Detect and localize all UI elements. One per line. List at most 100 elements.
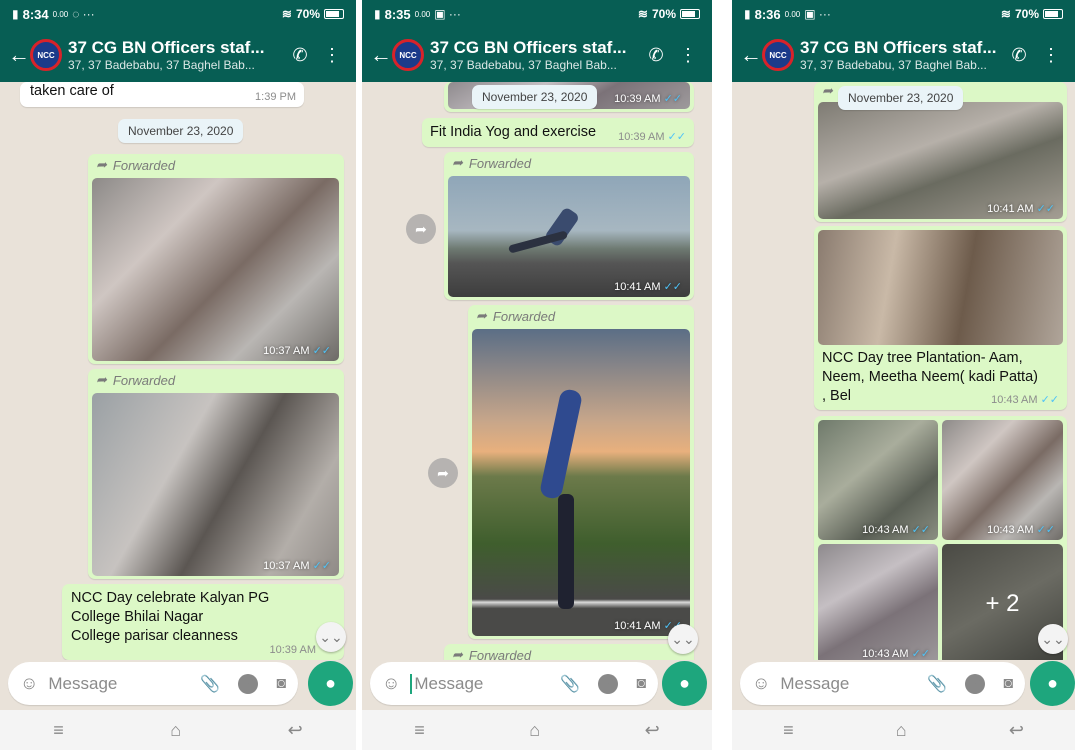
payment-icon[interactable]: ₹ — [598, 673, 619, 694]
chat-screen-2: ▮ 8:35 0.00 ▣ ··· ≋ 70% ← NCC 37 CG BN Offic… — [362, 0, 712, 750]
mic-button[interactable]: ● — [308, 661, 353, 706]
message-input[interactable]: Message — [410, 673, 542, 694]
forwarded-image-message[interactable]: ➦ Forwarded 10:41 AM ✓✓ — [444, 152, 694, 300]
status-bar: ▮ 8:35 0.00 ▣ ··· ≋ 70% — [362, 0, 712, 28]
add-call-icon[interactable]: ✆ — [284, 45, 316, 66]
menu-nav-icon[interactable]: ≡ — [414, 720, 425, 741]
scroll-down-button[interactable]: ⌄⌄ — [668, 624, 698, 654]
message-list[interactable]: ➦ 10:41 AM ✓✓ November 23, 2020 NCC Day t… — [732, 82, 1075, 660]
back-nav-icon[interactable]: ↩ — [645, 720, 660, 741]
chat-header[interactable]: ← NCC 37 CG BN Officers staf... 37, 37 B… — [0, 28, 356, 82]
forwarded-image-message[interactable]: ➦ Forwarded 10:37 AM ✓✓ — [88, 154, 344, 364]
scroll-down-button[interactable]: ⌄⌄ — [316, 622, 346, 652]
album-photo[interactable]: 10:43 AM ✓✓ — [818, 544, 938, 660]
forwarded-image-message[interactable]: ➦ Forwarded — [444, 644, 694, 660]
forwarded-image-message[interactable]: ➦ Forwarded 10:37 AM ✓✓ — [88, 369, 344, 579]
wifi-icon: ≋ — [637, 7, 648, 21]
attach-icon[interactable]: 📎 — [560, 674, 580, 694]
outgoing-image-caption-message[interactable]: NCC Day tree Plantation- Aam, Neem, Meet… — [814, 226, 1067, 410]
message-list[interactable]: taken care of 1:39 PM November 23, 2020 … — [0, 82, 356, 660]
forward-arrow-icon: ➦ — [452, 155, 463, 170]
home-nav-icon[interactable]: ⌂ — [170, 720, 181, 741]
chat-title: 37 CG BN Officers staf... — [430, 38, 627, 57]
forward-arrow-icon: ➦ — [822, 83, 833, 98]
menu-nav-icon[interactable]: ≡ — [783, 720, 794, 741]
forwarded-image-message[interactable]: ➦ Forwarded 10:41 AM ✓✓ — [468, 305, 694, 639]
incoming-message[interactable]: taken care of 1:39 PM — [20, 82, 304, 107]
camera-icon[interactable]: ◙ — [636, 675, 646, 693]
battery-icon — [1043, 9, 1063, 19]
mic-icon: ● — [325, 673, 336, 693]
outgoing-message[interactable]: Fit India Yog and exercise 10:39 AM ✓✓ — [422, 118, 694, 147]
yoga-sunset-photo[interactable]: 10:41 AM ✓✓ — [472, 329, 690, 636]
chat-title: 37 CG BN Officers staf... — [68, 38, 265, 57]
camera-icon[interactable]: ◙ — [276, 675, 286, 693]
add-call-icon[interactable]: ✆ — [640, 45, 672, 66]
share-button[interactable]: ➦ — [406, 214, 436, 244]
blurred-photo[interactable]: 10:41 AM ✓✓ — [818, 102, 1063, 219]
message-input[interactable]: Message — [48, 674, 182, 694]
read-ticks-icon: ✓✓ — [312, 560, 331, 572]
blurred-photo[interactable]: 10:37 AM ✓✓ — [92, 393, 339, 576]
back-arrow-icon[interactable]: ← — [370, 42, 392, 68]
image-album-message[interactable]: 10:43 AM ✓✓ 10:43 AM ✓✓ 10:43 AM ✓✓ + 2 — [814, 416, 1067, 660]
share-button[interactable]: ➦ — [428, 458, 458, 488]
attach-icon[interactable]: 📎 — [200, 674, 220, 694]
mic-button[interactable]: ● — [662, 661, 707, 706]
add-call-icon[interactable]: ✆ — [1003, 45, 1035, 66]
group-avatar[interactable]: NCC — [392, 39, 424, 71]
read-ticks-icon: ✓✓ — [911, 648, 930, 660]
camera-icon[interactable]: ◙ — [1003, 675, 1013, 693]
blurred-photo[interactable] — [818, 230, 1063, 345]
back-arrow-icon[interactable]: ← — [8, 42, 30, 68]
album-photo[interactable]: 10:43 AM ✓✓ — [818, 420, 938, 540]
signal-icon: ▮ — [12, 7, 19, 21]
chat-header[interactable]: ← NCC 37 CG BN Officers staf... 37, 37 B… — [362, 28, 712, 82]
back-arrow-icon[interactable]: ← — [740, 42, 762, 68]
status-bar: ▮ 8:36 0.00 ▣ ··· ≋ 70% — [732, 0, 1075, 28]
mic-button[interactable]: ● — [1030, 661, 1075, 706]
emoji-icon[interactable]: ☺ — [20, 673, 38, 694]
forward-arrow-icon: ➦ — [96, 372, 107, 387]
share-arrow-icon: ➦ — [437, 464, 449, 481]
payment-icon[interactable]: ₹ — [965, 673, 986, 694]
more-options-icon[interactable]: ⋮ — [316, 45, 348, 66]
chat-title-block[interactable]: 37 CG BN Officers staf... 37, 37 Badebab… — [68, 38, 284, 72]
emoji-icon[interactable]: ☺ — [382, 673, 400, 694]
payment-icon[interactable]: ₹ — [238, 673, 259, 694]
menu-nav-icon[interactable]: ≡ — [53, 720, 64, 741]
blurred-photo[interactable]: 10:37 AM ✓✓ — [92, 178, 339, 361]
mic-icon: ● — [1047, 673, 1058, 693]
read-ticks-icon: ✓✓ — [312, 345, 331, 357]
read-ticks-icon: ✓✓ — [663, 93, 682, 105]
message-input[interactable]: Message — [780, 674, 909, 694]
more-options-icon[interactable]: ⋮ — [1035, 45, 1067, 66]
message-input-bar[interactable]: ☺ Message 📎 ₹ ◙ — [740, 662, 1025, 705]
outgoing-message[interactable]: NCC Day celebrate Kalyan PG College Bhil… — [62, 584, 344, 660]
home-nav-icon[interactable]: ⌂ — [529, 720, 540, 741]
back-nav-icon[interactable]: ↩ — [1009, 720, 1024, 741]
album-photo[interactable]: 10:43 AM ✓✓ — [942, 420, 1063, 540]
read-ticks-icon: ✓✓ — [1040, 394, 1059, 406]
chat-members: 37, 37 Badebabu, 37 Baghel Bab... — [800, 58, 987, 72]
chat-header[interactable]: ← NCC 37 CG BN Officers staf... 37, 37 B… — [732, 28, 1075, 82]
attach-icon[interactable]: 📎 — [927, 674, 947, 694]
yoga-photo[interactable]: 10:41 AM ✓✓ — [448, 176, 690, 297]
home-nav-icon[interactable]: ⌂ — [896, 720, 907, 741]
signal-icon: ▮ — [744, 7, 751, 21]
date-divider: November 23, 2020 — [118, 119, 244, 143]
back-nav-icon[interactable]: ↩ — [288, 720, 303, 741]
group-avatar[interactable]: NCC — [30, 39, 62, 71]
emoji-icon[interactable]: ☺ — [752, 673, 770, 694]
scroll-down-button[interactable]: ⌄⌄ — [1038, 624, 1068, 654]
chat-screen-1: ▮ 8:34 0.00 ◌ ··· ≋ 70% ← NCC 37 CG BN Offic… — [0, 0, 356, 750]
group-avatar[interactable]: NCC — [762, 39, 794, 71]
message-input-bar[interactable]: ☺ Message 📎 ₹ ◙ — [370, 662, 658, 705]
message-input-bar[interactable]: ☺ Message 📎 ₹ ◙ — [8, 662, 298, 705]
message-list[interactable]: 10:39 AM ✓✓ November 23, 2020 Fit India Y… — [362, 82, 712, 660]
chat-title-block[interactable]: 37 CG BN Officers staf... 37, 37 Badebab… — [800, 38, 1003, 72]
forwarded-label: ➦ Forwarded — [96, 372, 176, 388]
chat-title-block[interactable]: 37 CG BN Officers staf... 37, 37 Badebab… — [430, 38, 640, 72]
forwarded-label: ➦ Forwarded — [476, 308, 556, 324]
more-options-icon[interactable]: ⋮ — [672, 45, 704, 66]
